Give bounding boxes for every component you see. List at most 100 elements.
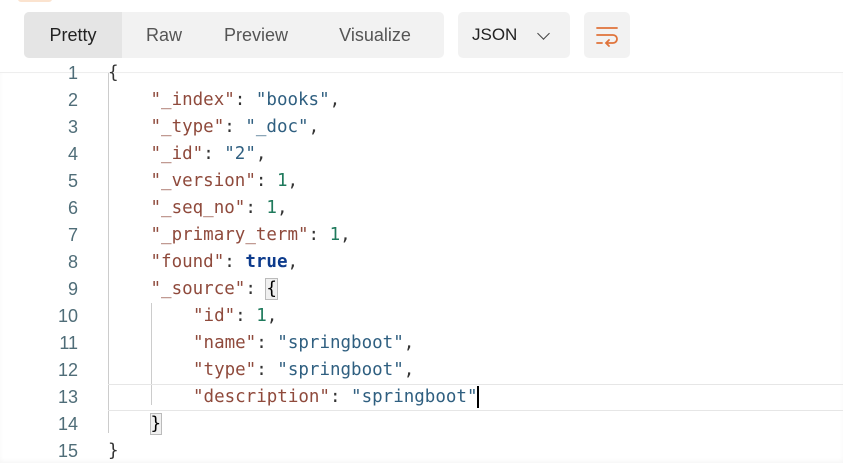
code-text: "name": "springboot", — [193, 330, 414, 357]
json-key: "_type" — [150, 117, 225, 137]
line-number: 10 — [57, 306, 78, 326]
json-punctuation: : — [224, 117, 246, 137]
json-punctuation: : — [224, 252, 246, 272]
json-punctuation: , — [266, 306, 278, 326]
code-line: 1{ — [0, 60, 843, 87]
json-key: "_source" — [150, 279, 246, 299]
code-line: 14} — [0, 411, 843, 438]
json-string: "_doc" — [245, 117, 309, 137]
code-line: 8 "found": true, — [0, 249, 843, 276]
code-text: } — [149, 411, 163, 438]
json-punctuation: , — [276, 198, 288, 218]
json-boolean: true — [245, 252, 288, 272]
json-string: "springboot" — [277, 360, 404, 380]
code-line: 15} — [0, 438, 843, 465]
line-number: 15 — [57, 441, 78, 461]
json-string: "2" — [224, 144, 256, 164]
json-punctuation: { — [108, 63, 119, 83]
json-punctuation: : — [256, 360, 278, 380]
json-punctuation: , — [287, 171, 299, 191]
json-number: 1 — [329, 225, 341, 245]
line-number: 9 — [67, 279, 78, 299]
code-text: "found": true, — [151, 249, 299, 276]
code-line: 10 "id": 1, — [0, 303, 843, 330]
line-number: 11 — [59, 333, 78, 353]
json-key: "_id" — [150, 144, 204, 164]
format-dropdown-value: JSON — [472, 25, 518, 44]
code-text: "_index": "books", — [151, 87, 341, 114]
line-number: 1 — [67, 63, 78, 83]
code-text: "_id": "2", — [151, 141, 267, 168]
code-line: 4 "_id": "2", — [0, 141, 843, 168]
text-cursor — [477, 386, 480, 408]
json-punctuation: : — [203, 144, 225, 164]
code-line: 11 "name": "springboot", — [0, 330, 843, 357]
wrap-lines-button[interactable] — [584, 12, 630, 58]
line-number: 7 — [67, 225, 78, 245]
json-punctuation: , — [255, 144, 267, 164]
json-key: "_primary_term" — [150, 225, 309, 245]
json-key: "description" — [193, 387, 330, 407]
top-tab-indicator — [18, 0, 52, 2]
json-punctuation: : — [255, 171, 277, 191]
tab-pretty[interactable]: Pretty — [24, 12, 122, 58]
line-number: 13 — [57, 387, 78, 407]
response-body-editor[interactable]: 1{2 "_index": "books", 3 "_type": "_doc", 4 "… — [0, 63, 843, 465]
json-key: "found" — [150, 252, 225, 272]
json-punctuation: , — [308, 117, 320, 137]
json-string: "springboot" — [351, 387, 478, 407]
json-number: 1 — [256, 306, 267, 326]
line-number: 3 — [67, 117, 78, 137]
code-line: 3 "_type": "_doc", — [0, 114, 843, 141]
line-number: 8 — [67, 252, 78, 272]
matched-bracket: } — [149, 413, 163, 435]
matched-bracket: { — [265, 278, 278, 300]
json-punctuation: , — [403, 333, 415, 353]
code-text: "id": 1, — [193, 303, 277, 330]
code-text: { — [108, 60, 119, 87]
tab-preview[interactable]: Preview — [206, 12, 306, 58]
json-punctuation: , — [329, 90, 341, 110]
wrap-lines-icon — [596, 27, 618, 47]
line-number: 12 — [57, 360, 78, 380]
json-punctuation: : — [234, 90, 256, 110]
json-punctuation: : — [245, 198, 267, 218]
json-key: "_index" — [150, 90, 235, 110]
json-number: 1 — [276, 171, 288, 191]
code-line: 13 "description": "springboot" — [58, 384, 843, 411]
json-key: "id" — [193, 306, 236, 326]
line-number: 6 — [67, 198, 78, 218]
code-line: 2 "_index": "books", — [0, 87, 843, 114]
code-text: "_type": "_doc", — [151, 114, 320, 141]
json-key: "name" — [193, 333, 257, 353]
line-number: 14 — [57, 414, 78, 434]
code-text: "description": "springboot" — [193, 384, 480, 411]
json-punctuation: , — [287, 252, 299, 272]
json-punctuation: : — [308, 225, 330, 245]
code-line: 5 "_version": 1, — [0, 168, 843, 195]
json-punctuation: } — [108, 441, 119, 461]
chevron-down-icon — [537, 27, 550, 40]
json-string: "springboot" — [277, 333, 404, 353]
code-text: "_version": 1, — [151, 168, 299, 195]
code-text: "_source": { — [150, 276, 278, 303]
response-view-tabs: Pretty Raw Preview Visualize — [24, 12, 444, 58]
json-punctuation: : — [329, 387, 352, 407]
tab-raw[interactable]: Raw — [122, 12, 206, 58]
json-key: "type" — [193, 360, 257, 380]
code-line: 6 "_seq_no": 1, — [0, 195, 843, 222]
json-punctuation: , — [403, 360, 415, 380]
code-text: "_primary_term": 1, — [151, 222, 351, 249]
line-number: 5 — [67, 171, 78, 191]
json-number: 1 — [266, 198, 277, 218]
json-punctuation: : — [245, 279, 267, 299]
code-line: 12 "type": "springboot", — [0, 357, 843, 384]
tab-visualize[interactable]: Visualize — [306, 12, 444, 58]
code-line: 9 "_source": { — [0, 276, 843, 303]
json-key: "_version" — [150, 171, 256, 191]
code-text: "_seq_no": 1, — [151, 195, 288, 222]
json-punctuation: : — [256, 333, 278, 353]
line-number: 4 — [67, 144, 78, 164]
json-string: "books" — [255, 90, 330, 110]
format-dropdown[interactable]: JSON — [458, 12, 570, 58]
